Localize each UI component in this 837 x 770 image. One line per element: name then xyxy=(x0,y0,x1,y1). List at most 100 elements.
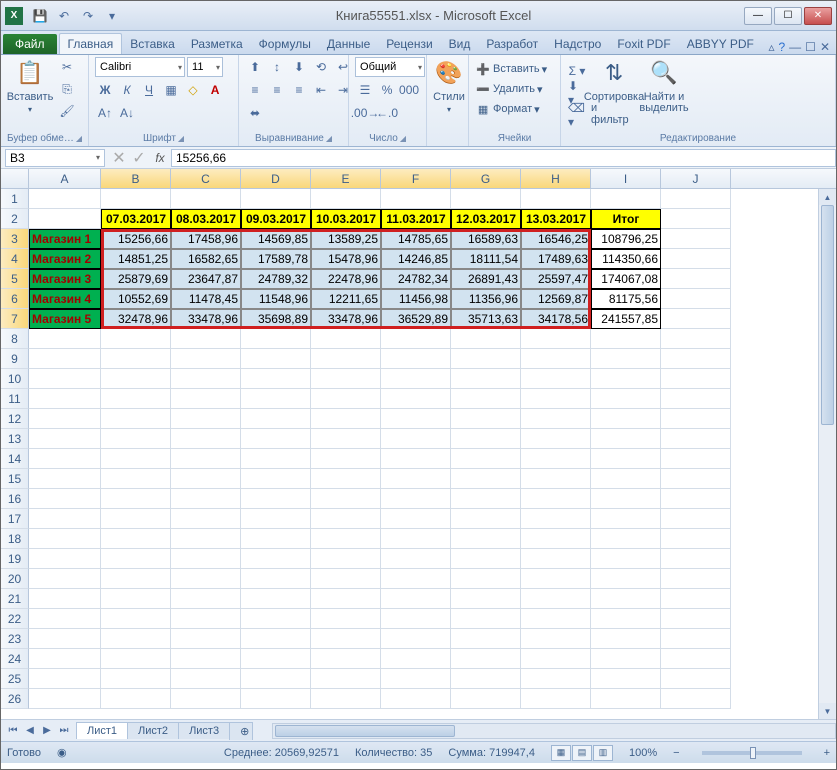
row-header-6[interactable]: 6 xyxy=(1,289,29,309)
autosum-button[interactable]: Σ ▾ xyxy=(567,61,587,81)
cell[interactable] xyxy=(381,529,451,549)
cell[interactable] xyxy=(29,189,101,209)
cell[interactable]: 35698,89 xyxy=(241,309,311,329)
cell[interactable] xyxy=(381,589,451,609)
cell[interactable] xyxy=(591,529,661,549)
cell[interactable] xyxy=(521,349,591,369)
cell[interactable] xyxy=(29,329,101,349)
cell[interactable]: 24782,34 xyxy=(381,269,451,289)
cell[interactable]: 13.03.2017 xyxy=(521,209,591,229)
cell[interactable] xyxy=(451,509,521,529)
cell[interactable] xyxy=(29,389,101,409)
cell[interactable] xyxy=(171,369,241,389)
currency-button[interactable]: ☰ xyxy=(355,80,375,100)
cell[interactable]: Магазин 1 xyxy=(29,229,101,249)
cell[interactable] xyxy=(241,389,311,409)
hscroll-thumb[interactable] xyxy=(275,725,455,737)
cell[interactable] xyxy=(101,409,171,429)
sheet-first-icon[interactable]: ⏮ xyxy=(5,725,21,736)
cell[interactable] xyxy=(311,349,381,369)
cell[interactable]: 18111,54 xyxy=(451,249,521,269)
cell[interactable] xyxy=(171,489,241,509)
border-button[interactable]: ▦ xyxy=(161,80,181,100)
cell[interactable] xyxy=(381,649,451,669)
cell[interactable] xyxy=(311,389,381,409)
tab-data[interactable]: Данные xyxy=(319,34,378,54)
cell[interactable] xyxy=(521,449,591,469)
cell[interactable]: 11.03.2017 xyxy=(381,209,451,229)
cell[interactable] xyxy=(661,609,731,629)
new-sheet-button[interactable]: ⊕ xyxy=(229,722,253,740)
cell[interactable] xyxy=(381,429,451,449)
row-header-13[interactable]: 13 xyxy=(1,429,29,449)
sheet-prev-icon[interactable]: ◀ xyxy=(22,725,38,736)
cell[interactable] xyxy=(381,689,451,709)
cell[interactable] xyxy=(29,689,101,709)
cell[interactable] xyxy=(171,469,241,489)
cell[interactable] xyxy=(29,649,101,669)
name-box[interactable]: B3▾ xyxy=(5,149,105,167)
row-header-7[interactable]: 7 xyxy=(1,309,29,329)
cell[interactable] xyxy=(241,509,311,529)
cell[interactable] xyxy=(381,569,451,589)
cell[interactable] xyxy=(101,509,171,529)
font-color-button[interactable]: A xyxy=(205,80,225,100)
formula-input[interactable]: 15256,66 xyxy=(171,149,836,167)
cell[interactable]: 81175,56 xyxy=(591,289,661,309)
alignment-dialog-icon[interactable]: ◢ xyxy=(326,134,332,143)
cell[interactable] xyxy=(171,329,241,349)
close-button[interactable]: ✕ xyxy=(804,7,832,25)
cell[interactable] xyxy=(661,669,731,689)
cell[interactable]: 14569,85 xyxy=(241,229,311,249)
align-top-button[interactable]: ⬆ xyxy=(245,57,265,77)
align-bottom-button[interactable]: ⬇ xyxy=(289,57,309,77)
scroll-down-icon[interactable]: ▼ xyxy=(819,703,836,719)
cell[interactable]: 11548,96 xyxy=(241,289,311,309)
tab-home[interactable]: Главная xyxy=(59,33,123,54)
styles-button[interactable]: 🎨 Стили ▾ xyxy=(433,57,465,114)
cell[interactable] xyxy=(311,469,381,489)
find-select-button[interactable]: 🔍 Найти и выделить xyxy=(641,57,687,114)
cell[interactable] xyxy=(451,329,521,349)
cell[interactable] xyxy=(311,649,381,669)
select-all-corner[interactable] xyxy=(1,169,29,188)
zoom-out-button[interactable]: − xyxy=(673,747,679,759)
cell[interactable]: 14785,65 xyxy=(381,229,451,249)
cell[interactable]: 174067,08 xyxy=(591,269,661,289)
cell[interactable] xyxy=(171,549,241,569)
cell[interactable] xyxy=(591,329,661,349)
cell[interactable] xyxy=(171,189,241,209)
cell[interactable] xyxy=(101,329,171,349)
cell[interactable] xyxy=(521,629,591,649)
sort-filter-button[interactable]: ⇅ Сортировка и фильтр xyxy=(591,57,637,126)
cell[interactable] xyxy=(29,469,101,489)
row-header-25[interactable]: 25 xyxy=(1,669,29,689)
cell[interactable] xyxy=(241,589,311,609)
cell[interactable]: 25879,69 xyxy=(101,269,171,289)
font-dialog-icon[interactable]: ◢ xyxy=(178,134,184,143)
cell[interactable]: 33478,96 xyxy=(311,309,381,329)
cell[interactable]: 14246,85 xyxy=(381,249,451,269)
col-header-G[interactable]: G xyxy=(451,169,521,188)
cell[interactable] xyxy=(29,589,101,609)
cell[interactable]: 12.03.2017 xyxy=(451,209,521,229)
number-format-dropdown[interactable]: Общий▾ xyxy=(355,57,425,77)
cell[interactable] xyxy=(521,189,591,209)
cell[interactable]: 09.03.2017 xyxy=(241,209,311,229)
cell[interactable] xyxy=(171,509,241,529)
cell[interactable] xyxy=(29,549,101,569)
cell[interactable] xyxy=(661,649,731,669)
format-painter-button[interactable]: 🖌 xyxy=(57,101,77,121)
cell[interactable] xyxy=(381,549,451,569)
cell[interactable] xyxy=(381,189,451,209)
cell[interactable] xyxy=(521,409,591,429)
cell[interactable] xyxy=(29,209,101,229)
cell[interactable] xyxy=(661,349,731,369)
row-header-10[interactable]: 10 xyxy=(1,369,29,389)
col-header-A[interactable]: A xyxy=(29,169,101,188)
row-header-11[interactable]: 11 xyxy=(1,389,29,409)
zoom-thumb[interactable] xyxy=(750,747,756,759)
format-cells-button[interactable]: ▦Формат ▾ xyxy=(475,101,540,117)
cell[interactable] xyxy=(591,629,661,649)
tab-addins[interactable]: Надстро xyxy=(546,34,609,54)
